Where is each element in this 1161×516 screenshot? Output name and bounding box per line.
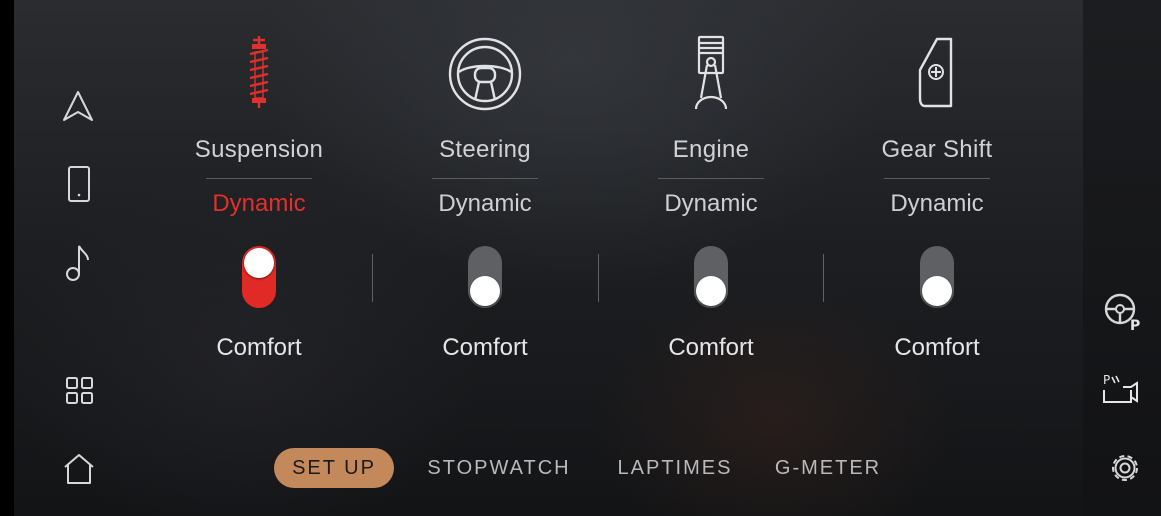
toggle-knob[interactable] [244, 248, 274, 278]
suspension-spring-icon [242, 34, 276, 110]
gear-icon[interactable] [1107, 450, 1143, 486]
suspension-mode-toggle[interactable] [242, 246, 276, 308]
camera-p-label: P [1103, 373, 1110, 387]
tab-laptimes[interactable]: LAPTIMES [612, 448, 738, 488]
comfort-label[interactable]: Comfort [370, 334, 600, 362]
divider [884, 178, 990, 179]
setting-title: Engine [672, 136, 750, 163]
dynamic-label[interactable]: Dynamic [144, 190, 374, 218]
phone-icon[interactable] [64, 164, 94, 204]
parking-p-label: P [1130, 318, 1140, 332]
engine-mode-toggle[interactable] [694, 246, 728, 308]
toggle-knob[interactable] [922, 276, 952, 306]
screen: P P Suspension Dynamic Comfort Steering … [14, 0, 1161, 516]
comfort-label[interactable]: Comfort [144, 334, 374, 362]
divider [658, 178, 764, 179]
gear-shift-paddle-icon [917, 36, 957, 112]
separator [823, 254, 824, 302]
gear-shift-mode-toggle[interactable] [920, 246, 954, 308]
dynamic-label[interactable]: Dynamic [370, 190, 600, 218]
tab-g-meter[interactable]: G-METER [768, 448, 888, 488]
apps-grid-icon[interactable] [65, 376, 95, 406]
steering-wheel-parking-icon[interactable]: P [1103, 292, 1143, 332]
bottom-tab-bar: SET UP STOPWATCH LAPTIMES G-METER [274, 448, 914, 488]
steering-mode-toggle[interactable] [468, 246, 502, 308]
toggle-knob[interactable] [470, 276, 500, 306]
setting-title: Gear Shift [881, 136, 993, 163]
steering-wheel-icon [447, 36, 523, 112]
dynamic-label[interactable]: Dynamic [822, 190, 1052, 218]
park-distance-camera-icon[interactable]: P [1101, 372, 1145, 406]
setting-title: Steering [439, 136, 531, 163]
home-icon[interactable] [62, 452, 96, 486]
toggle-knob[interactable] [696, 276, 726, 306]
divider [432, 178, 538, 179]
divider [206, 178, 312, 179]
right-toolbar: P P [1083, 0, 1161, 516]
navigation-icon[interactable] [60, 88, 96, 124]
setting-title: Suspension [194, 136, 324, 163]
separator [372, 254, 373, 302]
comfort-label[interactable]: Comfort [822, 334, 1052, 362]
tab-set-up[interactable]: SET UP [274, 448, 394, 488]
dynamic-label[interactable]: Dynamic [596, 190, 826, 218]
comfort-label[interactable]: Comfort [596, 334, 826, 362]
tab-stopwatch[interactable]: STOPWATCH [418, 448, 580, 488]
engine-piston-icon [691, 34, 731, 112]
music-note-icon[interactable] [64, 240, 94, 284]
separator [598, 254, 599, 302]
